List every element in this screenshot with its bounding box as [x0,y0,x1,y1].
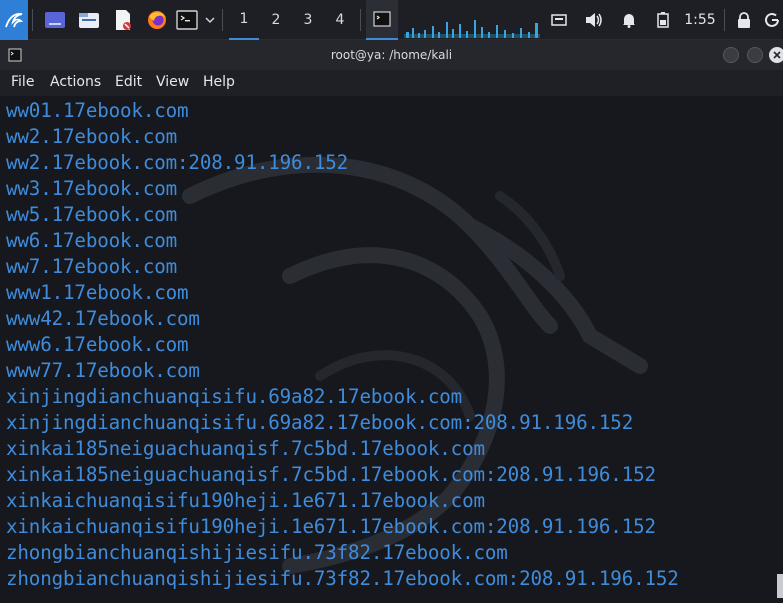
workspace-1[interactable]: 1 [229,0,259,40]
workspace-label: 2 [271,12,281,28]
volume-icon [586,13,602,27]
output-line: xinkaichuanqisifu190heji.1e671.17ebook.c… [6,515,656,538]
taskbar-separator [360,9,361,31]
output-line: xinjingdianchuanqisifu.69a82.17ebook.com [6,385,463,408]
terminal-output[interactable]: ww01.17ebook.com ww2.17ebook.com ww2.17e… [0,96,783,603]
menubar: File Actions Edit View Help [0,70,783,96]
window-titlebar[interactable]: root@ya: /home/kali [0,40,783,70]
workspace-3[interactable]: 3 [293,0,323,40]
notifications-button[interactable] [616,0,642,40]
workspace-preview-icon [45,12,65,28]
output-line: ww2.17ebook.com [6,125,178,148]
workspace-label: 3 [303,12,313,28]
output-line: ww01.17ebook.com [6,99,189,122]
output-line: xinkai185neiguachuanqisf.7c5bd.17ebook.c… [6,463,656,486]
output-line: www6.17ebook.com [6,333,189,356]
firefox-button[interactable] [142,0,172,40]
scrollbar-thumb[interactable] [777,574,783,598]
menu-file[interactable]: File [11,74,34,90]
network-indicator[interactable] [546,0,572,40]
close-icon [773,51,781,59]
workspace-label: 1 [239,11,249,27]
clock-time: 1:55 [684,12,716,28]
output-lines: ww01.17ebook.com ww2.17ebook.com ww2.17e… [6,98,679,592]
power-manager-indicator[interactable] [650,0,676,40]
output-line: xinkai185neiguachuanqisf.7c5bd.17ebook.c… [6,437,485,460]
output-line: xinjingdianchuanqisifu.69a82.17ebook.com… [6,411,634,434]
taskbar-separator [32,9,33,31]
user-menu-button[interactable] [760,0,783,40]
menu-edit[interactable]: Edit [115,74,142,90]
lock-screen-button[interactable] [732,0,756,40]
minimize-button[interactable] [723,47,739,63]
show-desktop-button[interactable] [40,0,70,40]
output-line: ww3.17ebook.com [6,177,178,200]
workspace-4[interactable]: 4 [325,0,355,40]
taskbar-separator [724,9,725,31]
output-line: ww7.17ebook.com [6,255,178,278]
output-line: ww2.17ebook.com:208.91.196.152 [6,151,349,174]
output-line: xinkaichuanqisifu190heji.1e671.17ebook.c… [6,489,485,512]
file-manager-button[interactable] [74,0,104,40]
clock[interactable]: 1:55 [680,0,720,40]
chevron-down-icon [205,17,215,24]
window-title: root@ya: /home/kali [330,48,453,62]
maximize-button[interactable] [747,47,763,63]
lock-icon [738,12,750,28]
output-line: www42.17ebook.com [6,307,200,330]
google-g-icon [764,12,779,27]
firefox-icon [148,11,166,29]
taskbar: 1 2 3 4 1:55 [0,0,783,40]
volume-control[interactable] [580,0,608,40]
text-editor-icon [116,10,131,30]
kali-dragon-icon [5,12,24,28]
cpu-graph[interactable] [404,12,540,38]
taskbar-window-terminal[interactable] [366,0,398,40]
workspace-2[interactable]: 2 [261,0,291,40]
output-line: www1.17ebook.com [6,281,189,304]
output-line: zhongbianchuanqishijiesifu.73f82.17ebook… [6,567,679,590]
output-line: ww6.17ebook.com [6,229,178,252]
battery-icon [657,12,669,28]
menu-actions[interactable]: Actions [50,74,101,90]
kali-menu-button[interactable] [0,0,28,40]
terminal-icon [176,10,198,30]
output-line: zhongbianchuanqishijiesifu.73f82.17ebook… [6,541,508,564]
menu-help[interactable]: Help [203,74,235,90]
file-manager-icon [79,13,99,28]
taskbar-separator [222,9,223,31]
terminal-icon [373,11,391,27]
workspace-label: 4 [335,12,345,28]
bell-icon [623,14,635,28]
output-line: www77.17ebook.com [6,359,200,382]
launcher-dropdown[interactable] [202,0,218,40]
output-line: ww5.17ebook.com [6,203,178,226]
close-button[interactable] [769,47,783,63]
network-icon [551,14,567,26]
text-editor-button[interactable] [108,0,138,40]
menu-view[interactable]: View [156,74,189,90]
terminal-launcher-button[interactable] [174,0,200,40]
